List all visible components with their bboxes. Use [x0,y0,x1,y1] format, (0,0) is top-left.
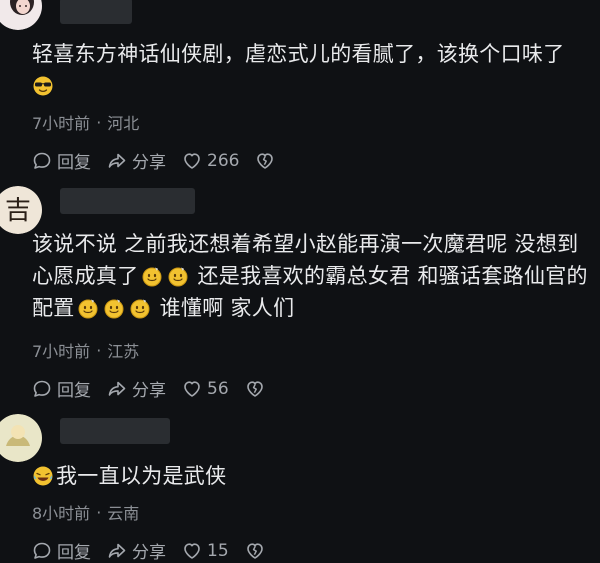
smile-emoji-icon [77,297,99,319]
comment-bubble-icon [32,541,52,561]
share-button[interactable]: 分享 [107,148,166,173]
comment-actions: 回复 分享 15 [32,538,265,563]
sunglasses-emoji-icon [32,75,54,97]
comment-item: 吉 该说不说 之前我还想着希望小赵能再演一次魔君呢 没想到心愿成真了 还是我喜欢… [0,180,600,410]
reply-button[interactable]: 回复 [32,376,91,401]
like-count: 56 [207,378,229,399]
broken-heart-icon [245,541,265,561]
location: 江苏 [107,342,140,361]
broken-heart-icon [255,151,275,171]
comment-meta: 8小时前 · 云南 [32,500,139,524]
comment-text: 该说不说 之前我还想着希望小赵能再演一次魔君呢 没想到心愿成真了 还是我喜欢的霸… [32,232,588,320]
heart-icon [182,151,202,171]
like-count: 15 [207,540,229,561]
share-button[interactable]: 分享 [107,538,166,563]
share-arrow-icon [107,379,127,399]
separator: · [96,340,102,360]
like-button[interactable]: 15 [182,541,229,561]
comment-item: 轻喜东方神话仙侠剧，虐恋式儿的看腻了，该换个口味了 7小时前 · 河北 回复 分… [0,0,600,180]
like-button[interactable]: 266 [182,151,239,171]
dislike-button[interactable] [245,541,265,561]
timestamp: 8小时前 [32,504,91,523]
smile-emoji-icon [141,265,163,287]
timestamp: 7小时前 [32,114,91,133]
comment-meta: 7小时前 · 江苏 [32,338,139,362]
comment-actions: 回复 分享 266 [32,148,275,173]
separator: · [96,112,102,132]
avatar[interactable] [0,414,44,462]
comment-bubble-icon [32,379,52,399]
like-button[interactable]: 56 [182,379,229,399]
comment-bubble-icon [32,151,52,171]
location: 河北 [107,114,140,133]
comment-actions: 回复 分享 56 [32,376,265,401]
comment-meta: 7小时前 · 河北 [32,110,139,134]
comment-text: 轻喜东方神话仙侠剧，虐恋式儿的看腻了，该换个口味了 [32,38,592,102]
reply-button[interactable]: 回复 [32,538,91,563]
smile-emoji-icon [103,297,125,319]
share-arrow-icon [107,541,127,561]
like-count: 266 [207,150,240,171]
broken-heart-icon [245,379,265,399]
heart-icon [182,379,202,399]
location: 云南 [107,504,140,523]
share-button[interactable]: 分享 [107,376,166,401]
dislike-button[interactable] [245,379,265,399]
timestamp: 7小时前 [32,342,91,361]
smile-emoji-icon [167,265,189,287]
username[interactable] [60,418,170,444]
comment-text: 我一直以为是武侠 [32,460,592,492]
smile-emoji-icon [129,297,151,319]
separator: · [96,502,102,522]
heart-icon [182,541,202,561]
comment-item: 我一直以为是武侠 8小时前 · 云南 回复 分享 15 [0,410,600,563]
dislike-button[interactable] [255,151,275,171]
username[interactable] [60,188,195,214]
reply-button[interactable]: 回复 [32,148,91,173]
laughing-tears-emoji-icon [32,465,54,487]
share-arrow-icon [107,151,127,171]
avatar[interactable] [0,0,44,30]
svg-text:吉: 吉 [5,196,31,226]
username[interactable] [60,0,132,24]
avatar[interactable]: 吉 [0,186,44,234]
